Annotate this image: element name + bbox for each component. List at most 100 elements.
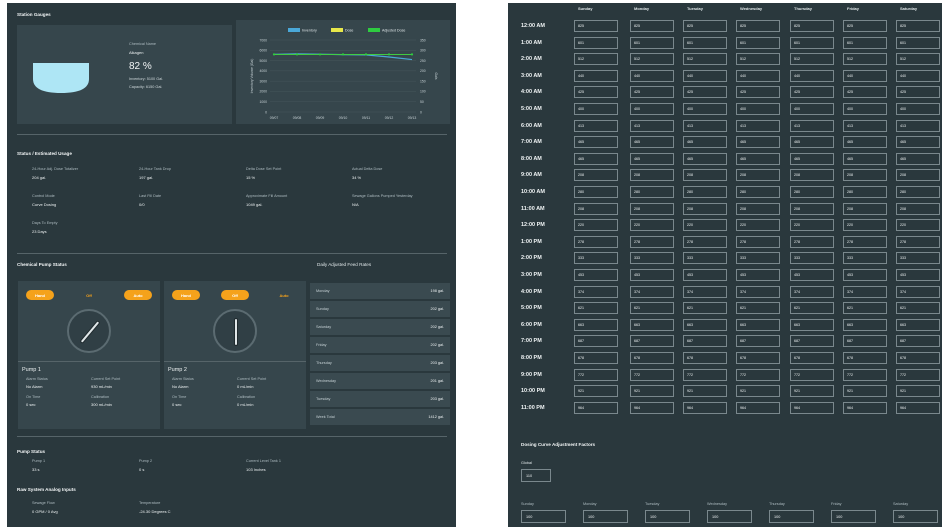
dose-rate-input[interactable]: 280: [896, 186, 940, 198]
dose-rate-input[interactable]: 921: [843, 385, 887, 398]
dose-rate-input[interactable]: 374: [683, 285, 727, 298]
dose-rate-input[interactable]: 220: [574, 219, 618, 232]
dose-rate-input[interactable]: 465: [843, 152, 887, 165]
dose-rate-input[interactable]: 220: [630, 219, 674, 232]
dose-rate-input[interactable]: 825: [843, 20, 887, 32]
dose-rate-input[interactable]: 465: [683, 136, 727, 149]
dose-rate-input[interactable]: 621: [790, 302, 834, 315]
dose-rate-input[interactable]: 465: [736, 152, 780, 165]
dose-rate-input[interactable]: 208: [843, 169, 887, 182]
dose-rate-input[interactable]: 333: [736, 252, 780, 265]
dose-rate-input[interactable]: 220: [683, 219, 727, 232]
dose-rate-input[interactable]: 678: [630, 352, 674, 364]
dose-rate-input[interactable]: 413: [683, 119, 727, 132]
dose-rate-input[interactable]: 601: [683, 36, 727, 49]
dose-rate-input[interactable]: 772: [630, 368, 674, 381]
dose-rate-input[interactable]: 425: [574, 86, 618, 99]
dose-rate-input[interactable]: 678: [736, 352, 780, 364]
dose-rate-input[interactable]: 208: [896, 202, 940, 215]
dose-rate-input[interactable]: 663: [683, 318, 727, 331]
day-factor-input[interactable]: 100: [831, 510, 876, 523]
dose-rate-input[interactable]: 601: [790, 36, 834, 49]
dose-rate-input[interactable]: 208: [790, 169, 834, 182]
dose-rate-input[interactable]: 921: [790, 385, 834, 398]
dose-rate-input[interactable]: 453: [736, 269, 780, 281]
dose-rate-input[interactable]: 825: [574, 20, 618, 32]
dose-rate-input[interactable]: 425: [683, 86, 727, 99]
dose-rate-input[interactable]: 663: [736, 318, 780, 331]
dose-rate-input[interactable]: 208: [736, 202, 780, 215]
dose-rate-input[interactable]: 278: [630, 235, 674, 248]
dose-rate-input[interactable]: 512: [843, 53, 887, 66]
dose-rate-input[interactable]: 687: [790, 335, 834, 348]
dose-rate-input[interactable]: 512: [736, 53, 780, 66]
dose-rate-input[interactable]: 278: [896, 235, 940, 248]
dose-rate-input[interactable]: 208: [736, 169, 780, 182]
dose-rate-input[interactable]: 663: [896, 318, 940, 331]
dose-rate-input[interactable]: 772: [736, 368, 780, 381]
dose-rate-input[interactable]: 465: [574, 152, 618, 165]
dose-rate-input[interactable]: 278: [574, 235, 618, 248]
dose-rate-input[interactable]: 453: [790, 269, 834, 281]
dose-rate-input[interactable]: 964: [683, 401, 727, 414]
dose-rate-input[interactable]: 512: [790, 53, 834, 66]
dose-rate-input[interactable]: 413: [736, 119, 780, 132]
dose-rate-input[interactable]: 413: [574, 119, 618, 132]
dose-rate-input[interactable]: 621: [683, 302, 727, 315]
dose-rate-input[interactable]: 278: [843, 235, 887, 248]
dose-rate-input[interactable]: 465: [574, 136, 618, 149]
dose-rate-input[interactable]: 440: [896, 69, 940, 82]
dose-rate-input[interactable]: 280: [630, 186, 674, 198]
dose-rate-input[interactable]: 465: [683, 152, 727, 165]
dose-rate-input[interactable]: 465: [630, 152, 674, 165]
dose-rate-input[interactable]: 440: [790, 69, 834, 82]
dose-rate-input[interactable]: 465: [896, 152, 940, 165]
dose-rate-input[interactable]: 465: [896, 136, 940, 149]
dose-rate-input[interactable]: 425: [736, 86, 780, 99]
dose-rate-input[interactable]: 772: [896, 368, 940, 381]
dose-rate-input[interactable]: 621: [574, 302, 618, 315]
dose-rate-input[interactable]: 678: [683, 352, 727, 364]
pump-off-button[interactable]: Off: [75, 290, 103, 300]
pump-off-button[interactable]: Off: [221, 290, 249, 300]
dose-rate-input[interactable]: 425: [843, 86, 887, 99]
dose-rate-input[interactable]: 413: [843, 119, 887, 132]
dose-rate-input[interactable]: 333: [896, 252, 940, 265]
dose-rate-input[interactable]: 678: [843, 352, 887, 364]
dose-rate-input[interactable]: 663: [790, 318, 834, 331]
global-factor-input[interactable]: 110: [521, 469, 551, 482]
day-factor-input[interactable]: 100: [707, 510, 752, 523]
dose-rate-input[interactable]: 772: [574, 368, 618, 381]
dose-rate-input[interactable]: 687: [736, 335, 780, 348]
dose-rate-input[interactable]: 601: [843, 36, 887, 49]
dose-rate-input[interactable]: 825: [736, 20, 780, 32]
dose-rate-input[interactable]: 601: [630, 36, 674, 49]
dose-rate-input[interactable]: 280: [574, 186, 618, 198]
dose-rate-input[interactable]: 400: [574, 103, 618, 115]
dose-rate-input[interactable]: 465: [790, 152, 834, 165]
dose-rate-input[interactable]: 465: [790, 136, 834, 149]
dose-rate-input[interactable]: 825: [790, 20, 834, 32]
pump-auto-button[interactable]: Auto: [124, 290, 152, 300]
dose-rate-input[interactable]: 374: [736, 285, 780, 298]
dose-rate-input[interactable]: 400: [896, 103, 940, 115]
day-factor-input[interactable]: 100: [583, 510, 628, 523]
dose-rate-input[interactable]: 825: [896, 20, 940, 32]
dose-rate-input[interactable]: 601: [896, 36, 940, 49]
dose-rate-input[interactable]: 278: [736, 235, 780, 248]
dose-rate-input[interactable]: 374: [896, 285, 940, 298]
dose-rate-input[interactable]: 663: [630, 318, 674, 331]
dose-rate-input[interactable]: 280: [683, 186, 727, 198]
dose-rate-input[interactable]: 512: [630, 53, 674, 66]
dose-rate-input[interactable]: 621: [736, 302, 780, 315]
dose-rate-input[interactable]: 687: [896, 335, 940, 348]
dose-rate-input[interactable]: 465: [843, 136, 887, 149]
dose-rate-input[interactable]: 208: [574, 202, 618, 215]
dose-rate-input[interactable]: 921: [574, 385, 618, 398]
dose-rate-input[interactable]: 964: [574, 401, 618, 414]
dose-rate-input[interactable]: 374: [630, 285, 674, 298]
pump-hand-button[interactable]: Hand: [26, 290, 54, 300]
dose-rate-input[interactable]: 333: [683, 252, 727, 265]
dose-rate-input[interactable]: 208: [683, 169, 727, 182]
dose-rate-input[interactable]: 687: [574, 335, 618, 348]
